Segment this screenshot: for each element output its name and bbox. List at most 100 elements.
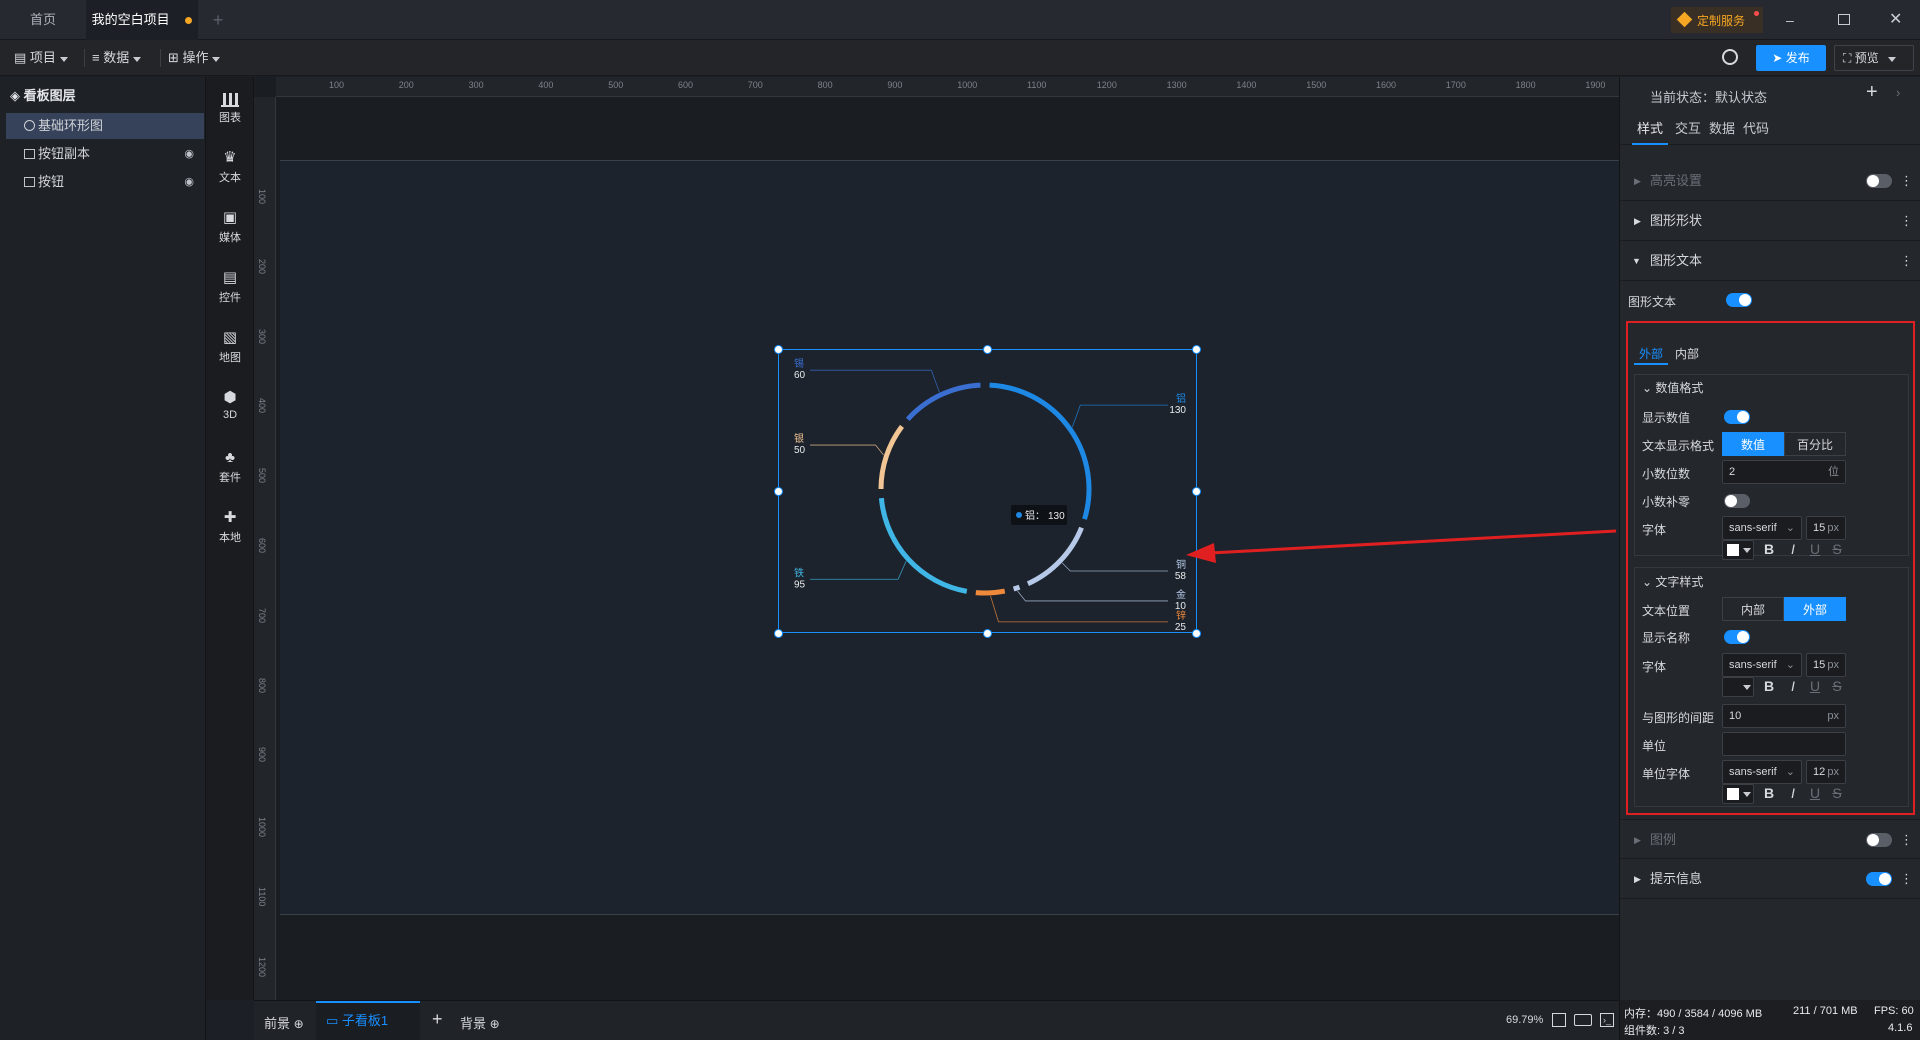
- chevron-right-icon[interactable]: ›: [1896, 85, 1900, 100]
- preview-button[interactable]: ⛶ 预览: [1834, 45, 1914, 71]
- close-icon[interactable]: ✕: [1889, 9, 1902, 29]
- resize-handle[interactable]: [774, 487, 783, 496]
- tool-suite[interactable]: ♣ 套件: [206, 443, 254, 499]
- italic-icon[interactable]: I: [1784, 678, 1802, 694]
- resize-handle[interactable]: [774, 345, 783, 354]
- font-select[interactable]: sans-serif ⌄: [1722, 516, 1802, 540]
- selection-box[interactable]: [778, 349, 1197, 633]
- legend-toggle[interactable]: [1866, 833, 1892, 847]
- highlight-toggle[interactable]: [1866, 174, 1892, 188]
- format-percent-option[interactable]: 百分比: [1784, 432, 1846, 456]
- section-shape[interactable]: ▶ 图形形状 ⋮: [1620, 201, 1920, 241]
- unit-font-size-input[interactable]: 12 px: [1806, 760, 1846, 784]
- bold-icon[interactable]: B: [1760, 678, 1778, 694]
- strikethrough-icon[interactable]: S: [1828, 678, 1846, 694]
- format-value-option[interactable]: 数值: [1722, 432, 1784, 456]
- name-font-size-input[interactable]: 15 px: [1806, 653, 1846, 677]
- ring-slice[interactable]: [1012, 584, 1021, 592]
- hidden-eye-icon[interactable]: ◉: [184, 169, 194, 195]
- fit-screen-icon[interactable]: [1552, 1013, 1566, 1027]
- keyboard-icon[interactable]: [1574, 1014, 1592, 1026]
- ring-slice[interactable]: [975, 588, 1006, 596]
- strikethrough-icon[interactable]: S: [1828, 785, 1846, 801]
- font-size-input[interactable]: 15 px: [1806, 516, 1846, 540]
- resize-handle[interactable]: [774, 629, 783, 638]
- section-legend[interactable]: ▶ 图例 ⋮: [1620, 819, 1920, 859]
- name-color-picker[interactable]: [1722, 677, 1754, 697]
- resize-handle[interactable]: [1192, 345, 1201, 354]
- decimals-input[interactable]: 2位: [1722, 460, 1846, 484]
- tooltip-toggle[interactable]: [1866, 872, 1892, 886]
- ring-chart[interactable]: 铝130铜58金10锌25铁95银50锡60 铝： 130: [774, 345, 1201, 638]
- more-vertical-icon[interactable]: ⋮: [1900, 241, 1913, 281]
- publish-button[interactable]: ➤ 发布: [1756, 45, 1826, 71]
- search-icon[interactable]: [1722, 49, 1738, 65]
- tab-style[interactable]: 样式: [1632, 117, 1668, 145]
- ring-slice[interactable]: [878, 497, 968, 594]
- text-style-title[interactable]: ⌄ 文字样式: [1642, 573, 1703, 590]
- section-shape-text[interactable]: ▼ 图形文本 ⋮: [1620, 241, 1920, 281]
- bold-icon[interactable]: B: [1760, 541, 1778, 557]
- menu-data[interactable]: ≡ 数据: [92, 40, 141, 76]
- tab-interaction[interactable]: 交互: [1672, 117, 1704, 145]
- layer-item-ring-chart[interactable]: 基础环形图: [6, 113, 204, 139]
- italic-icon[interactable]: I: [1784, 785, 1802, 801]
- name-font-select[interactable]: sans-serif ⌄: [1722, 653, 1802, 677]
- tool-chart[interactable]: 图表: [206, 83, 254, 139]
- menu-project[interactable]: ▤ 项目: [14, 40, 68, 76]
- bold-icon[interactable]: B: [1760, 785, 1778, 801]
- section-highlight[interactable]: ▶ 高亮设置 ⋮: [1620, 161, 1920, 201]
- underline-icon[interactable]: U: [1806, 785, 1824, 801]
- ring-slice[interactable]: [989, 382, 1092, 520]
- add-circle-icon[interactable]: ⊕: [490, 1017, 500, 1031]
- subtab-inside[interactable]: 内部: [1670, 345, 1704, 365]
- gap-input[interactable]: 10 px: [1722, 704, 1846, 728]
- show-name-toggle[interactable]: [1724, 630, 1750, 644]
- strikethrough-icon[interactable]: S: [1828, 541, 1846, 557]
- more-vertical-icon[interactable]: ⋮: [1900, 161, 1913, 201]
- layer-item-button[interactable]: 按钮 ◉: [6, 169, 204, 195]
- terminal-icon[interactable]: ›_: [1600, 1013, 1614, 1027]
- unit-color-picker[interactable]: [1722, 784, 1754, 804]
- ring-slice[interactable]: [878, 424, 904, 490]
- italic-icon[interactable]: I: [1784, 541, 1802, 557]
- layer-item-button-copy[interactable]: 按钮副本 ◉: [6, 141, 204, 167]
- add-state-plus-icon[interactable]: +: [1866, 81, 1878, 104]
- tab-background[interactable]: 背景 ⊕: [460, 1013, 500, 1032]
- ring-slice[interactable]: [905, 382, 981, 422]
- new-tab-plus-icon[interactable]: +: [206, 0, 230, 40]
- resize-handle[interactable]: [1192, 487, 1201, 496]
- tool-control[interactable]: ▤ 控件: [206, 263, 254, 319]
- more-vertical-icon[interactable]: ⋮: [1900, 820, 1913, 860]
- menu-ops[interactable]: ⊞ 操作: [168, 40, 221, 76]
- show-value-toggle[interactable]: [1724, 410, 1750, 424]
- maximize-icon[interactable]: [1838, 14, 1850, 25]
- section-tooltip[interactable]: ▶ 提示信息 ⋮: [1620, 859, 1920, 899]
- tab-data[interactable]: 数据: [1706, 117, 1738, 145]
- position-outside-option[interactable]: 外部: [1784, 597, 1846, 621]
- zoom-level[interactable]: 69.79%: [1506, 1014, 1543, 1026]
- tab-project[interactable]: 我的空白项目: [86, 0, 198, 40]
- unit-font-select[interactable]: sans-serif ⌄: [1722, 760, 1802, 784]
- tab-code[interactable]: 代码: [1740, 117, 1772, 145]
- resize-handle[interactable]: [983, 629, 992, 638]
- unit-input[interactable]: [1722, 732, 1846, 756]
- tool-media[interactable]: ▣ 媒体: [206, 203, 254, 259]
- ring-slice[interactable]: [1026, 526, 1084, 587]
- resize-handle[interactable]: [983, 345, 992, 354]
- position-inside-option[interactable]: 内部: [1722, 597, 1784, 621]
- tool-local[interactable]: ✚ 本地: [206, 503, 254, 559]
- font-color-picker[interactable]: [1722, 540, 1754, 560]
- minimize-icon[interactable]: –: [1786, 12, 1798, 28]
- custom-service-button[interactable]: 定制服务: [1671, 7, 1763, 33]
- add-circle-icon[interactable]: ⊕: [294, 1017, 304, 1031]
- subtab-outside[interactable]: 外部: [1634, 345, 1668, 365]
- resize-handle[interactable]: [1192, 629, 1201, 638]
- more-vertical-icon[interactable]: ⋮: [1900, 201, 1913, 241]
- underline-icon[interactable]: U: [1806, 541, 1824, 557]
- hidden-eye-icon[interactable]: ◉: [184, 141, 194, 167]
- tab-subboard[interactable]: ▭ 子看板1: [316, 1001, 420, 1040]
- shape-text-toggle[interactable]: [1726, 293, 1752, 307]
- more-vertical-icon[interactable]: ⋮: [1900, 859, 1913, 899]
- tool-text[interactable]: ♛ 文本: [206, 143, 254, 199]
